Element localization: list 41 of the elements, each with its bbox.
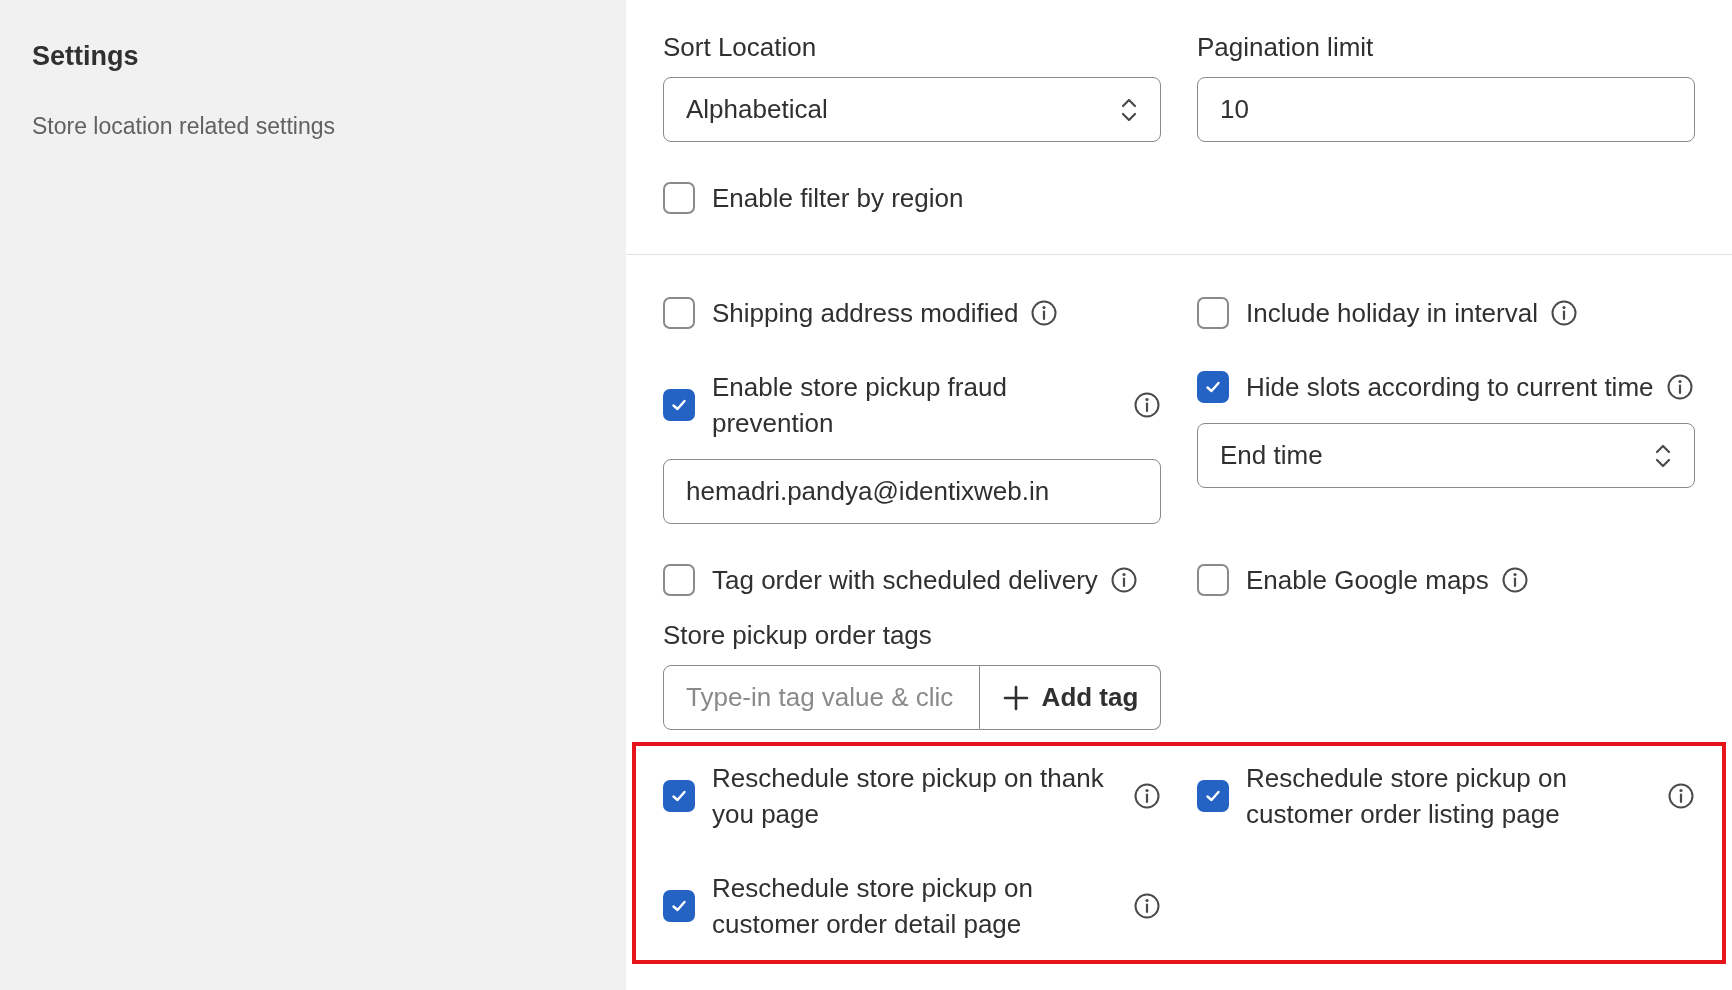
checkbox[interactable] [663, 780, 695, 812]
checkbox-label: Shipping address modified [712, 297, 1019, 330]
sort-location-select[interactable]: Alphabetical [663, 77, 1161, 142]
email-input-field[interactable]: hemadri.pandya@identixweb.in [663, 459, 1161, 524]
info-icon[interactable] [1109, 566, 1138, 594]
checkbox[interactable] [1197, 297, 1229, 329]
pagination-limit-field[interactable]: 10 [1197, 77, 1695, 142]
checkbox[interactable] [663, 182, 695, 214]
info-icon[interactable] [1500, 566, 1529, 594]
checkbox[interactable] [663, 389, 695, 421]
add-tag-button[interactable]: Add tag [980, 665, 1161, 730]
checkbox-label: Reschedule store pickup on thank you page [712, 762, 1105, 831]
pagination-limit-label: Pagination limit [1197, 31, 1375, 64]
checkbox-label: Enable filter by region [712, 182, 964, 215]
checkbox[interactable] [1197, 564, 1229, 596]
info-icon[interactable] [1133, 391, 1161, 419]
info-icon[interactable] [1030, 299, 1059, 327]
select-dropdown[interactable]: End time [1197, 423, 1695, 488]
checkbox[interactable] [663, 564, 695, 596]
info-icon[interactable] [1549, 299, 1578, 327]
info-icon[interactable] [1667, 782, 1695, 810]
plus-icon [1001, 683, 1030, 712]
checkbox-label: Reschedule store pickup on customer order detail page [712, 872, 1034, 941]
checkbox-label: Reschedule store pickup on customer order listing page [1246, 762, 1568, 831]
checkbox-label: Include holiday in interval [1246, 297, 1538, 330]
tags-label: Store pickup order tags [663, 619, 933, 652]
checkbox-label: Enable store pickup fraud prevention [712, 371, 1008, 440]
info-icon[interactable] [1133, 892, 1161, 920]
tag-input-field[interactable]: Type-in tag value & clic [663, 665, 980, 730]
sort-location-label: Sort Location [663, 31, 818, 64]
checkbox-label: Hide slots according to current time [1246, 371, 1654, 404]
checkbox-label: Enable Google maps [1246, 564, 1489, 597]
checkbox[interactable] [1197, 371, 1229, 403]
checkbox-label: Tag order with scheduled delivery [712, 564, 1098, 597]
info-icon[interactable] [1665, 373, 1694, 401]
info-icon[interactable] [1133, 782, 1161, 810]
checkbox[interactable] [1197, 780, 1229, 812]
checkbox[interactable] [663, 890, 695, 922]
settings-title: Settings [32, 40, 140, 73]
settings-description: Store location related settings [32, 111, 336, 141]
checkbox[interactable] [663, 297, 695, 329]
